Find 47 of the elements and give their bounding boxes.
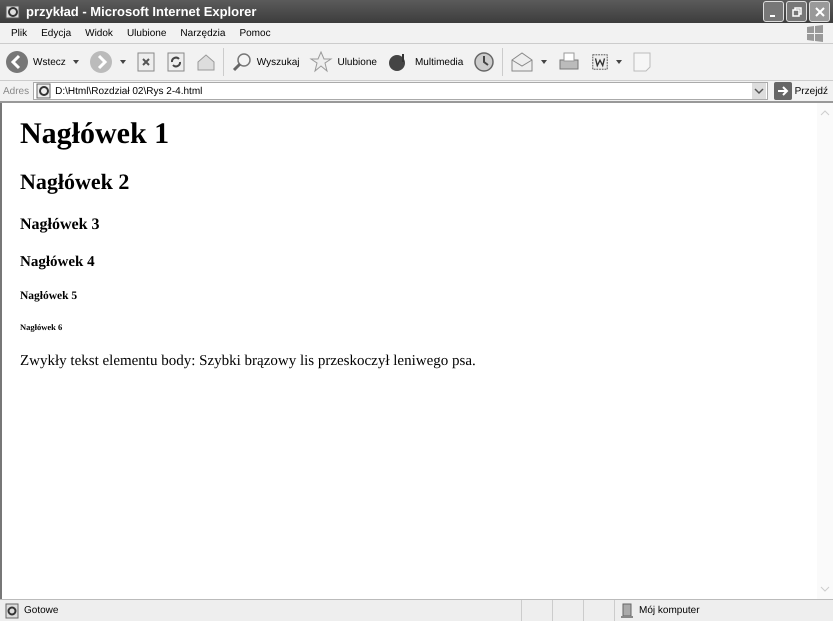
caret-icon bbox=[72, 60, 79, 64]
heading: Nagłówek 4 bbox=[20, 254, 96, 271]
window-title: przykład - Microsoft Internet Explorer bbox=[26, 4, 258, 19]
search-icon bbox=[230, 51, 253, 73]
favorites-button[interactable]: Ulubione bbox=[306, 48, 380, 76]
menu-item[interactable]: Pomoc bbox=[232, 28, 278, 38]
refresh-icon bbox=[166, 52, 186, 72]
heading: Nagłówek 1 bbox=[20, 117, 170, 151]
clock-icon bbox=[473, 51, 496, 73]
menu-item[interactable]: Widok bbox=[78, 28, 120, 38]
windows-logo-icon bbox=[805, 23, 825, 43]
search-button[interactable]: Wyszukaj bbox=[228, 49, 302, 75]
menu-item[interactable]: Plik bbox=[4, 28, 34, 38]
minimize-button[interactable] bbox=[763, 1, 784, 22]
address-field[interactable]: D:\Html\Rozdział 02\Rys 2-4.html bbox=[33, 82, 768, 100]
house-icon bbox=[196, 52, 216, 72]
heading: Nagłówek 2 bbox=[20, 169, 130, 195]
dropdown-icon[interactable] bbox=[752, 83, 766, 99]
back-button[interactable]: Wstecz bbox=[2, 48, 82, 76]
restore-icon bbox=[792, 6, 802, 16]
status-text: Gotowe bbox=[24, 605, 58, 616]
computer-icon bbox=[619, 602, 635, 618]
address-label: Adres bbox=[3, 86, 30, 96]
heading: Nagłówek 5 bbox=[20, 290, 78, 302]
close-button[interactable] bbox=[809, 1, 830, 22]
close-icon bbox=[814, 6, 824, 16]
browser-icon bbox=[5, 4, 21, 20]
menu-item[interactable]: Edycja bbox=[34, 28, 78, 38]
star-icon bbox=[309, 50, 334, 74]
document-icon bbox=[591, 53, 610, 71]
page-icon bbox=[4, 602, 20, 618]
menu-item[interactable]: Ulubione bbox=[120, 28, 174, 38]
caret-icon bbox=[616, 60, 622, 64]
restore-button[interactable] bbox=[786, 1, 807, 22]
zone-text: Mój komputer bbox=[639, 605, 700, 616]
envelope-icon bbox=[510, 50, 534, 74]
media-button[interactable]: Multimedia bbox=[384, 48, 466, 76]
heading: Nagłówek 6 bbox=[20, 322, 64, 332]
caret-icon bbox=[541, 60, 548, 64]
page-icon bbox=[632, 51, 652, 73]
x-icon bbox=[136, 52, 156, 72]
paragraph: Zwykły tekst elementu body: Szybki brązowy lis przeskoczył leniwego psa. bbox=[20, 353, 477, 370]
heading: Nagłówek 3 bbox=[20, 216, 101, 234]
menu-item[interactable]: Narzędzia bbox=[173, 28, 232, 38]
minimize-icon bbox=[770, 14, 774, 16]
caret-icon bbox=[120, 60, 126, 64]
go-button[interactable]: Przejdź bbox=[772, 82, 830, 100]
